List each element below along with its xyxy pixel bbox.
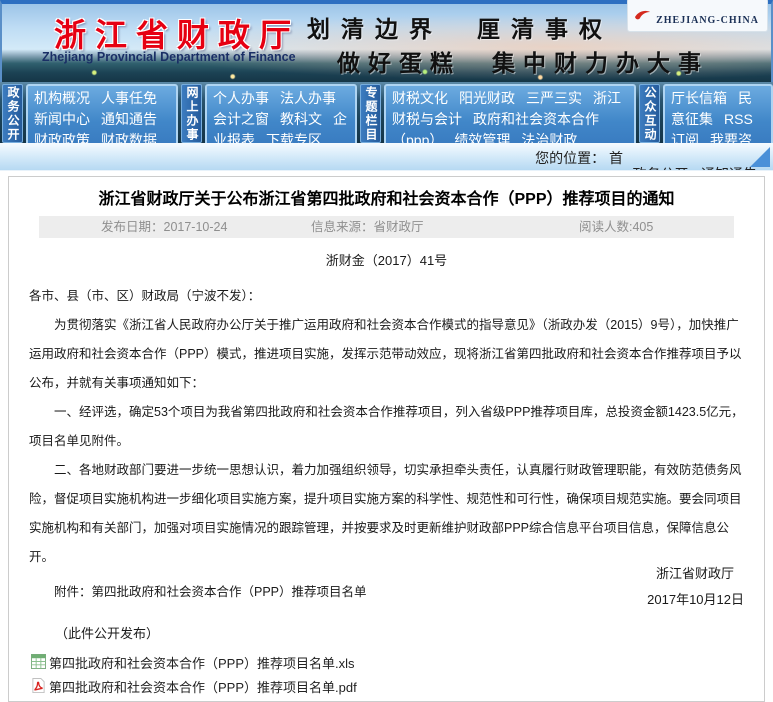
breadcrumb-home-link[interactable]: 首 (609, 150, 623, 166)
site-subtitle: Zhejiang Provincial Department of Financ… (42, 50, 296, 64)
attachment-link-pdf[interactable]: 第四批政府和社会资本合作（PPP）推荐项目名单.pdf (31, 677, 357, 696)
breadcrumb-prefix: 您的位置： (535, 150, 605, 166)
paragraph-2: 一、经评选，确定53个项目为我省第四批政府和社会资本合作推荐项目，列入省级PPP… (29, 398, 744, 456)
badge-label: ZHEJIANG-CHINA (656, 15, 759, 26)
attachment-label: 第四批政府和社会资本合作（PPP）推荐项目名单.pdf (49, 677, 357, 696)
article-container: 浙江省财政厅关于公布浙江省第四批政府和社会资本合作（PPP）推荐项目的通知 发布… (8, 176, 765, 702)
nav-link[interactable]: 机构概况 (34, 90, 90, 106)
nav-link[interactable]: 新闻中心 (34, 111, 90, 127)
nav-panel-public-interaction: 厅长信箱民意征集RSS订阅我要咨询 (663, 84, 773, 143)
publish-date: 发布日期：2017-10-24 (101, 216, 227, 238)
nav-panel-government-affairs: 机构概况人事任免新闻中心通知通告财政政策财政数据 (26, 84, 178, 143)
nav-link[interactable]: 法治财政 (521, 132, 577, 143)
article-meta-bar: 发布日期：2017-10-24 信息来源：省财政厅 阅读人数:405 (39, 216, 734, 238)
attachment-label: 第四批政府和社会资本合作（PPP）推荐项目名单.xls (49, 653, 355, 672)
nav-tab-public-interaction[interactable]: 公众互动 (639, 84, 660, 143)
nav-link[interactable]: 法人办事 (280, 90, 336, 106)
nav-link[interactable]: 教科文 (280, 111, 322, 127)
breadcrumb-bar: 您的位置： 首 › 政务公开 › 通知通告 (0, 143, 773, 171)
site-banner: 浙江省财政厅 Zhejiang Provincial Department of… (0, 0, 773, 82)
issue-date: 2017年10月12日 (647, 589, 744, 608)
nav-link[interactable]: 通知通告 (101, 111, 157, 127)
swoosh-logo-icon (634, 8, 652, 26)
info-source: 信息来源：省财政厅 (311, 216, 424, 238)
nav-tab-government-affairs[interactable]: 政务公开 (2, 84, 23, 143)
page-title: 浙江省财政厅关于公布浙江省第四批政府和社会资本合作（PPP）推荐项目的通知 (35, 189, 738, 210)
paragraph-3: 二、各地财政部门要进一步统一思想认识，着力加强组织领导，切实承担牵头责任，认真履… (29, 456, 744, 572)
public-release-note: （此件公开发布） (55, 623, 159, 642)
nav-link[interactable]: 三严三实 (526, 90, 582, 106)
nav-panel-online-services: 个人办事法人办事会计之窗教科文企业报表下载专区 (205, 84, 357, 143)
nav-link[interactable]: 下载专区 (266, 132, 322, 143)
nav-link[interactable]: 财政数据 (101, 132, 157, 143)
paragraph-1: 为贯彻落实《浙江省人民政府办公厅关于推广运用政府和社会资本合作模式的指导意见》（… (29, 311, 744, 398)
attachment-link-xls[interactable]: 第四批政府和社会资本合作（PPP）推荐项目名单.xls (31, 653, 355, 672)
nav-link[interactable]: 财政政策 (34, 132, 90, 143)
nav-link[interactable]: 厅长信箱 (671, 90, 727, 106)
attachment-reference-line: 附件：第四批政府和社会资本合作（PPP）推荐项目名单 (29, 578, 744, 607)
issuing-authority: 浙江省财政厅 (656, 563, 734, 582)
nav-link[interactable]: 个人办事 (213, 90, 269, 106)
zhejiang-china-badge: ZHEJIANG-CHINA (627, 0, 768, 32)
excel-file-icon (31, 654, 46, 672)
nav-tab-online-services[interactable]: 网上办事 (181, 84, 202, 143)
pdf-file-icon (31, 678, 46, 696)
main-nav: 政务公开 机构概况人事任免新闻中心通知通告财政政策财政数据 网上办事 个人办事法… (0, 82, 773, 143)
banner-slogan-line2: 做好蛋糕 集中财力办大事 (337, 44, 709, 78)
nav-link[interactable]: 会计之窗 (213, 111, 269, 127)
folded-corner-icon (750, 147, 770, 167)
nav-link[interactable]: 阳光财政 (459, 90, 515, 106)
breadcrumb-trail[interactable]: › 政务公开 › 通知通告 (624, 164, 757, 171)
nav-link[interactable]: 财税文化 (392, 90, 448, 106)
nav-tab-special-columns[interactable]: 专题栏目 (360, 84, 381, 143)
salutation: 各市、县（市、区）财政局（宁波不发）： (29, 282, 744, 311)
document-number: 浙财金（2017）41号 (9, 250, 764, 272)
breadcrumb: 您的位置： 首 (535, 148, 623, 168)
read-count: 阅读人数:405 (579, 216, 653, 238)
nav-panel-special-columns: 财税文化阳光财政三严三实浙江财税与会计政府和社会资本合作（ppp）绩效管理法治财… (384, 84, 636, 143)
nav-link[interactable]: 绩效管理 (454, 132, 510, 143)
nav-link[interactable]: 人事任免 (101, 90, 157, 106)
banner-slogan-line1: 划清边界 厘清事权 (307, 10, 613, 44)
